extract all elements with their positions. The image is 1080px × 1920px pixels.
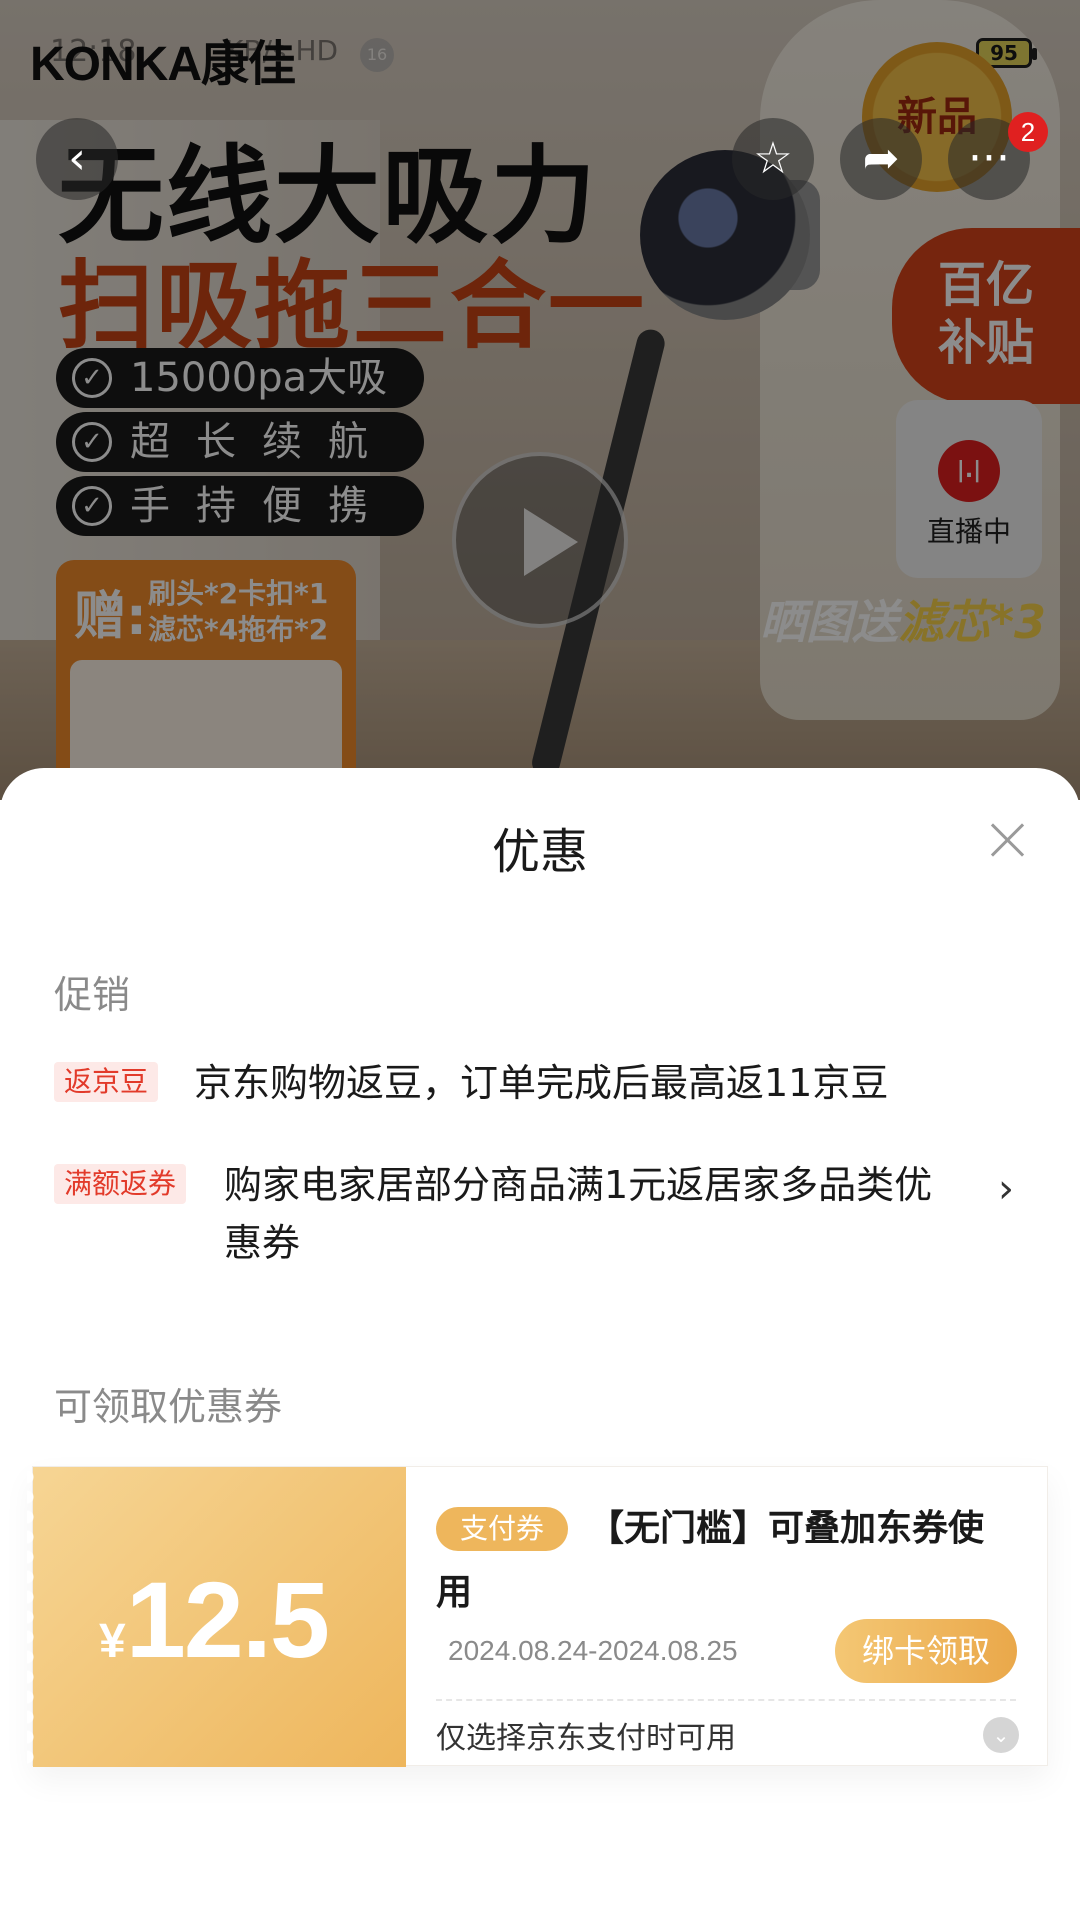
coupon-amount: ¥12.5 [99, 1557, 330, 1682]
coupon-usage-note: 仅选择京东支付时可用 [436, 1721, 736, 1756]
back-button[interactable]: ‹ [36, 118, 118, 200]
close-icon[interactable] [988, 820, 1028, 860]
claim-coupon-button[interactable]: 绑卡领取 [835, 1619, 1017, 1683]
favorite-button[interactable]: ☆ [732, 118, 814, 200]
coupon-type-badge: 支付券 [436, 1507, 569, 1551]
product-hero-image[interactable]: 12:18 KB/s HD 16 95 KONKA康佳 无线大吸力 扫吸拖三合一… [0, 0, 1080, 800]
star-icon: ☆ [753, 133, 793, 184]
promo-tag: 返京豆 [54, 1062, 159, 1102]
promotion-sheet: 优惠 促销 返京豆 京东购物返豆，订单完成后最高返11京豆 满额返券 购家电家居… [0, 768, 1080, 1920]
share-button[interactable]: ➦ [840, 118, 922, 200]
coupon-validity: 2024.08.24-2024.08.25 [448, 1635, 738, 1666]
chevron-left-icon: ‹ [68, 133, 86, 184]
divider [436, 1699, 1016, 1701]
coupon-value: 12.5 [125, 1559, 330, 1680]
share-arrow-icon: ➦ [862, 133, 900, 184]
promo-tag: 满额返券 [54, 1164, 187, 1204]
modal-backdrop[interactable] [0, 0, 1080, 800]
chevron-right-icon[interactable]: › [998, 1166, 1014, 1212]
section-heading-promotion: 促销 [54, 973, 131, 1017]
promo-description: 京东购物返豆，订单完成后最高返11京豆 [194, 1061, 889, 1105]
section-heading-coupons: 可领取优惠券 [54, 1385, 283, 1429]
chevron-down-icon[interactable]: ⌄ [983, 1717, 1019, 1753]
notification-badge: 2 [1008, 112, 1048, 152]
promo-description-link[interactable]: 购家电家居部分商品满1元返居家多品类优惠券 [224, 1156, 964, 1272]
sheet-title: 优惠 [491, 824, 588, 880]
coupon-card: ¥12.5 【无门槛】可叠加东券使用 支付券 2024.08.24-2024.0… [27, 1466, 1048, 1767]
currency-symbol: ¥ [99, 1615, 126, 1668]
coupon-value-panel: ¥12.5 [27, 1467, 406, 1767]
more-dots-icon: ··· [968, 133, 1010, 184]
